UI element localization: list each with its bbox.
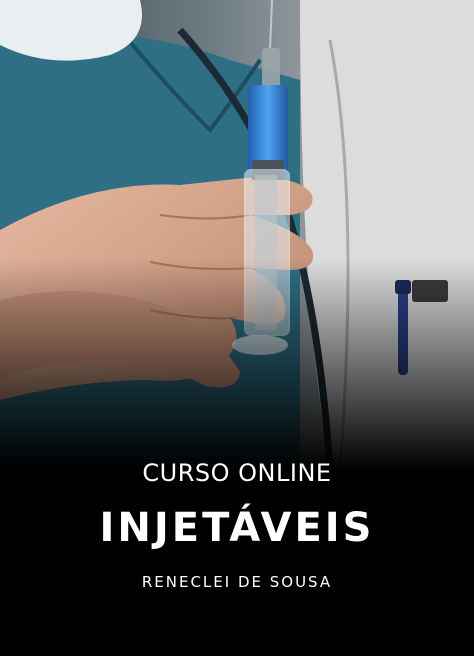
syringe-photo (0, 0, 474, 470)
course-author: RENECLEI DE SOUSA (141, 573, 333, 591)
course-subtitle: CURSO ONLINE (142, 459, 332, 487)
course-text-block: CURSO ONLINE INJETÁVEIS RENECLEI DE SOUS… (0, 452, 474, 594)
course-title: INJETÁVEIS (99, 505, 375, 551)
course-cover: CURSO ONLINE INJETÁVEIS RENECLEI DE SOUS… (0, 0, 474, 656)
